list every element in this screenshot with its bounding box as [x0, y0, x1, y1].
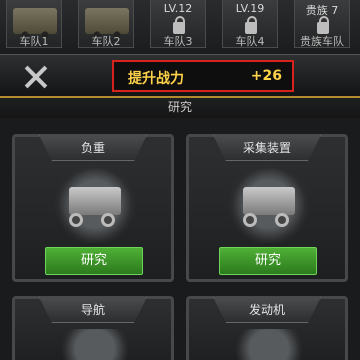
vehicle-level: LV.19 [235, 2, 265, 15]
boost-label: 提升战力 [128, 71, 184, 87]
truck-icon [13, 8, 57, 39]
card-title: 负重 [80, 141, 105, 155]
crossed-wrench-icon [22, 63, 50, 91]
research-card-engine: 发动机 [186, 296, 348, 360]
vehicle-slot-2[interactable]: 车队2 [78, 0, 134, 48]
research-card-gathering: 采集装置 研究 [186, 134, 348, 282]
card-title: 采集装置 [242, 141, 291, 155]
truck-gather-icon [225, 165, 313, 243]
vehicle-name: 车队4 [235, 35, 265, 48]
vehicle-name: 车队2 [91, 35, 121, 48]
research-card-load: 负重 研究 [12, 134, 174, 282]
vehicle-slot-4[interactable]: LV.19 车队4 [222, 0, 278, 48]
vehicle-slot-3[interactable]: LV.12 车队3 [150, 0, 206, 48]
card-title: 发动机 [248, 303, 285, 317]
research-button[interactable]: 研究 [219, 247, 317, 275]
truck-icon [85, 8, 129, 39]
truck-load-icon [51, 165, 139, 243]
vehicle-name: 车队1 [19, 35, 49, 48]
research-button[interactable]: 研究 [45, 247, 143, 275]
navigation-icon [51, 329, 139, 360]
vehicle-slot-1[interactable]: 车队1 [6, 0, 62, 48]
vehicle-name: 贵族车队 [300, 35, 344, 48]
research-card-navigation: 导航 [12, 296, 174, 360]
vehicle-level: LV.12 [163, 2, 193, 15]
vehicle-slot-5[interactable]: 贵族 7 贵族车队 [294, 0, 350, 48]
power-boost-box: 提升战力 +26 [112, 60, 294, 92]
section-title: 研究 [0, 98, 360, 118]
vehicle-strip: 车队1 车队2 LV.12 车队3 LV.19 车队4 贵族 7 贵族车队 [0, 0, 360, 56]
card-title: 导航 [80, 303, 105, 317]
vehicle-name: 车队3 [163, 35, 193, 48]
boost-value: +26 [250, 68, 282, 84]
engine-icon [225, 329, 313, 360]
